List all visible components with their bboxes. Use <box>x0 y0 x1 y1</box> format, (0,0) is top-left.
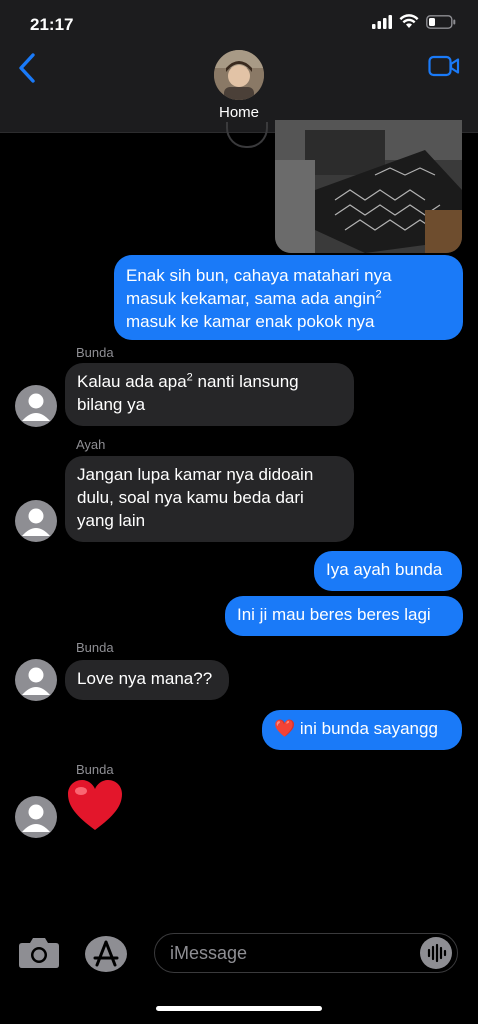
wifi-icon <box>399 14 419 28</box>
conversation-header: 21:17 Home <box>0 0 478 133</box>
heart-emoji: ❤️ <box>274 719 296 738</box>
message-line: bilang ya <box>77 395 146 414</box>
sender-avatar[interactable] <box>15 659 57 701</box>
back-button[interactable] <box>16 52 38 89</box>
message-line: dulu, soal nya kamu beda dari <box>77 488 304 507</box>
heart-emoji-message[interactable] <box>66 778 124 848</box>
sender-avatar[interactable] <box>15 385 57 427</box>
status-icons <box>372 14 456 29</box>
message-line: Jangan lupa kamar nya didoain <box>77 465 314 484</box>
sender-name: Bunda <box>76 762 114 777</box>
sender-avatar[interactable] <box>15 796 57 838</box>
incoming-message[interactable]: Jangan lupa kamar nya didoain dulu, soal… <box>65 456 354 542</box>
message-text: nanti lansung <box>192 372 299 391</box>
message-text: Ini ji mau beres beres lagi <box>237 605 431 624</box>
sender-name: Bunda <box>76 640 114 655</box>
message-line: Enak sih bun, cahaya matahari nya <box>126 266 392 285</box>
camera-button[interactable] <box>18 935 60 974</box>
person-icon <box>22 393 50 421</box>
superscript: 2 <box>375 288 382 301</box>
battery-icon <box>426 14 456 29</box>
video-camera-icon <box>428 55 460 77</box>
sender-avatar[interactable] <box>15 500 57 542</box>
app-store-button[interactable] <box>84 935 128 978</box>
outgoing-message[interactable]: Enak sih bun, cahaya matahari nya masuk … <box>114 255 463 340</box>
message-text: Kalau ada apa <box>77 372 187 391</box>
message-input-placeholder: iMessage <box>170 943 248 963</box>
waveform-icon <box>427 943 447 963</box>
message-line: masuk ke kamar enak pokok nya <box>126 312 375 331</box>
room-photo <box>275 120 462 253</box>
message-line: yang lain <box>77 511 146 530</box>
shared-photo[interactable] <box>275 120 462 253</box>
message-text: Iya ayah bunda <box>326 560 443 579</box>
camera-icon <box>19 938 59 968</box>
message-line: masuk kekamar, sama ada angin2 <box>126 287 451 310</box>
heart-icon <box>68 780 122 830</box>
sender-name: Ayah <box>76 437 106 452</box>
outgoing-message[interactable]: ❤️ ini bunda sayangg <box>262 710 462 750</box>
audio-message-button[interactable] <box>420 937 452 969</box>
home-indicator[interactable] <box>156 1006 322 1011</box>
signal-icon <box>372 14 392 29</box>
person-icon <box>22 667 50 695</box>
outgoing-message[interactable]: Iya ayah bunda <box>314 551 462 591</box>
incoming-message[interactable]: Love nya mana?? <box>65 660 229 700</box>
video-call-button[interactable] <box>428 55 460 82</box>
person-icon <box>22 508 50 536</box>
contact-avatar[interactable] <box>214 50 264 100</box>
app-store-icon <box>85 936 127 972</box>
scrolled-reaction-icon <box>226 122 268 148</box>
sender-name: Bunda <box>76 345 114 360</box>
chevron-left-icon <box>19 53 35 83</box>
message-text: Love nya mana?? <box>77 669 213 688</box>
status-time: 21:17 <box>30 15 74 34</box>
incoming-message[interactable]: Kalau ada apa2 nanti lansung bilang ya <box>65 363 354 426</box>
person-icon <box>22 804 50 832</box>
outgoing-message[interactable]: Ini ji mau beres beres lagi <box>225 596 463 636</box>
contact-photo <box>214 50 264 100</box>
message-line: Kalau ada apa2 nanti lansung <box>77 370 342 393</box>
contact-name[interactable]: Home <box>0 104 478 121</box>
message-text: masuk kekamar, sama ada angin <box>126 289 376 308</box>
message-text: ini bunda sayangg <box>299 719 438 738</box>
